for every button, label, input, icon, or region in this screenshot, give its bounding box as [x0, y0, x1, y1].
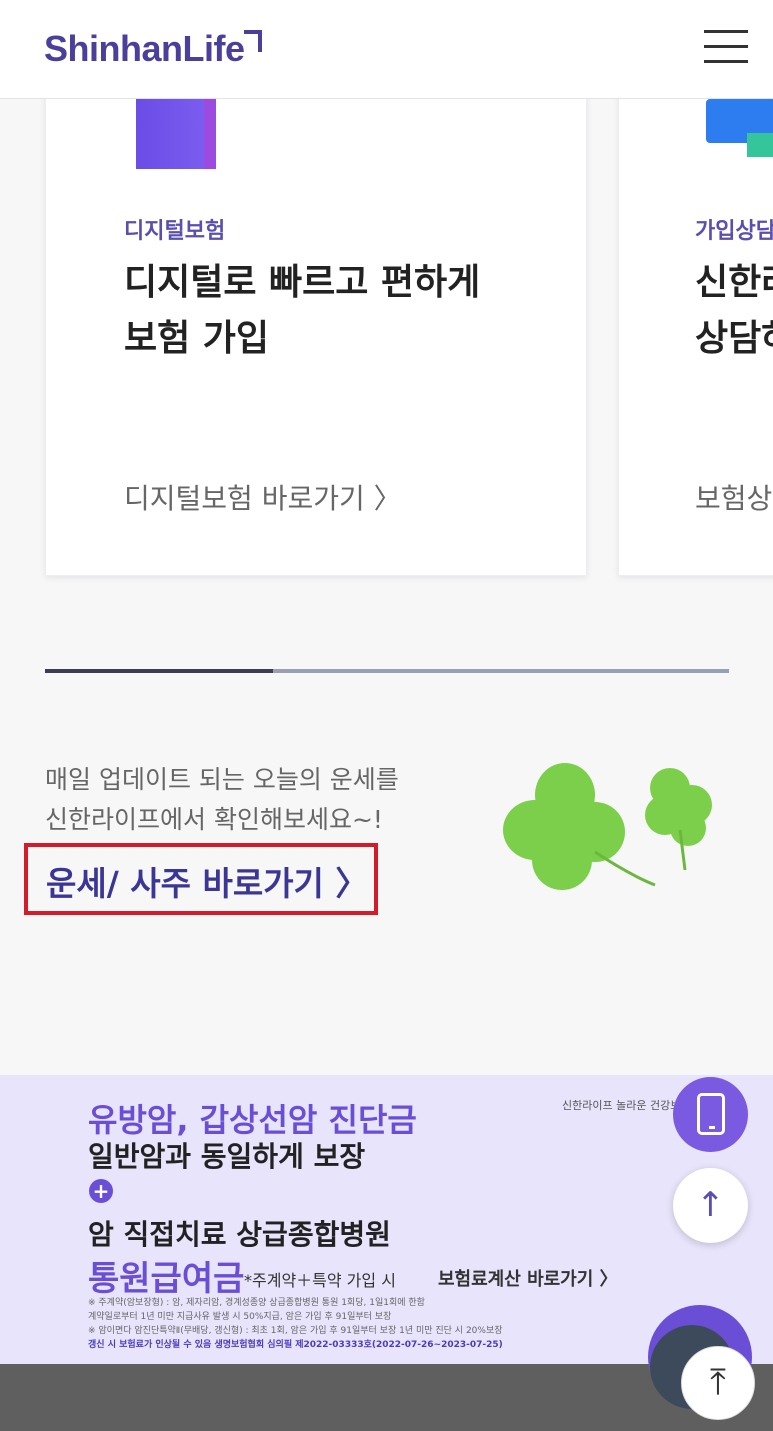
digital-insurance-link[interactable]: 디지털보험 바로가기 〉	[124, 477, 402, 517]
banner-product-name: 신한라이프 놀라운 건강보	[562, 1099, 681, 1112]
banner-fine-print: ※ 주계약(암보장형) : 암, 제자리암, 경계성종양 상급종합병원 통원 1…	[88, 1298, 425, 1308]
arrow-top-icon: ⤒	[710, 1362, 726, 1403]
carousel-progress-fill	[45, 669, 273, 673]
phone-button[interactable]	[673, 1077, 748, 1152]
banner-line4: 통원급여금	[88, 1259, 245, 1299]
card-title-line2: 보험 가입	[124, 318, 270, 359]
card-tag: 가입상담	[695, 219, 773, 244]
premium-calc-link[interactable]: 보험료계산 바로가기 〉	[438, 1265, 618, 1291]
card-title-line1: 디지털로 빠르고 편하게	[124, 262, 481, 303]
hamburger-menu-icon[interactable]	[704, 30, 748, 64]
shinhanlife-logo[interactable]: ShinhanLife	[44, 28, 245, 70]
banner-fine-print: ※ 암이면다 암진단특약Ⅱ(무배당, 갱신형) : 최초 1회, 암은 가입 후…	[88, 1326, 503, 1336]
banner-subline: 일반암과 동일하게 보장	[88, 1140, 366, 1173]
arrow-up-icon: ↑	[696, 1185, 725, 1225]
phone-icon	[697, 1093, 725, 1135]
fortune-link-label: 운세/ 사주 바로가기 〉	[46, 864, 369, 903]
clover-icon	[503, 763, 712, 890]
scroll-up-button[interactable]: ↑	[673, 1168, 748, 1243]
banner-line3: 암 직접치료 상급종합병원	[88, 1218, 391, 1251]
fortune-description: 매일 업데이트 되는 오늘의 운세를 신한라이프에서 확인해보세요~!	[45, 760, 399, 840]
consult-card[interactable]: 가입상담 신한라 상담하 보험상	[618, 92, 773, 576]
card-title-line1: 신한라	[695, 262, 773, 303]
plus-icon: +	[89, 1179, 113, 1203]
chat-accent-icon	[747, 133, 773, 157]
digital-insurance-card[interactable]: 디지털보험 디지털로 빠르고 편하게 보험 가입 디지털보험 바로가기 〉	[45, 92, 587, 576]
fortune-line2: 신한라이프에서 확인해보세요~!	[45, 805, 383, 834]
scroll-top-button[interactable]: ⤒	[681, 1346, 755, 1420]
header: ShinhanLife	[0, 0, 773, 99]
card-tag: 디지털보험	[124, 219, 226, 244]
consult-link[interactable]: 보험상	[695, 477, 772, 517]
book-icon	[136, 99, 216, 169]
logo-mark-icon	[244, 30, 262, 52]
banner-note: *주계약＋특약 가입 시	[244, 1271, 396, 1290]
banner-fine-print: 계약일로부터 1년 미만 지급사유 발생 시 50%지급, 암은 가입 후 91…	[88, 1312, 392, 1322]
fortune-line1: 매일 업데이트 되는 오늘의 운세를	[45, 765, 399, 794]
fortune-link-button[interactable]: 운세/ 사주 바로가기 〉	[24, 843, 378, 915]
promo-banner[interactable]: 유방암, 갑상선암 진단금 신한라이프 놀라운 건강보 일반암과 동일하게 보장…	[0, 1075, 773, 1364]
banner-fine-print: 갱신 시 보험료가 인상될 수 있음 생명보험협회 심의필 제2022-0333…	[88, 1340, 503, 1350]
card-title-line2: 상담하	[695, 318, 773, 359]
